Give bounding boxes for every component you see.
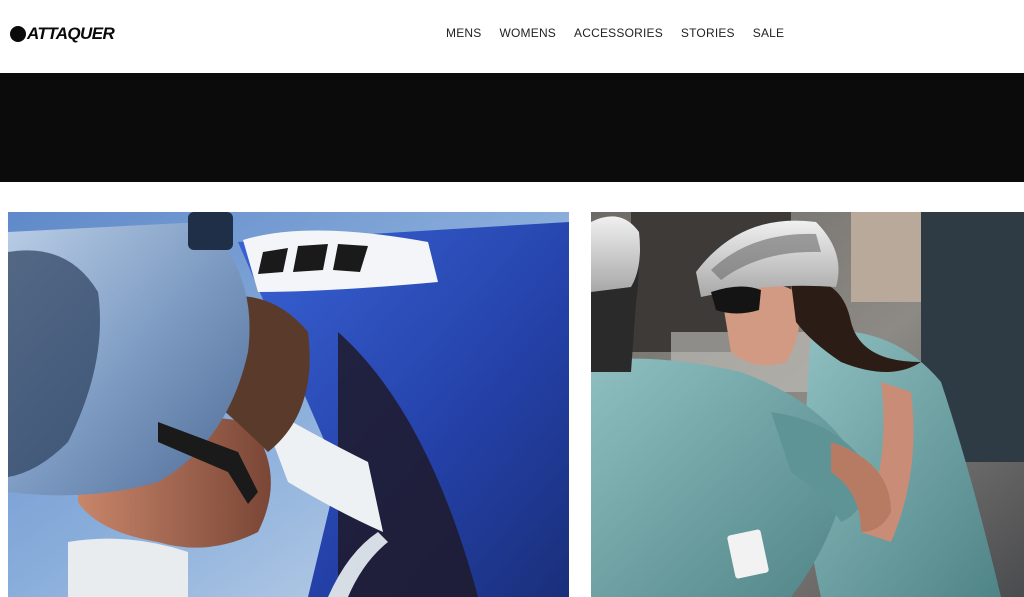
nav-item-sale[interactable]: SALE — [747, 25, 791, 41]
photo-cyclist-blue-jersey — [8, 212, 569, 597]
nav-item-accessories[interactable]: ACCESSORIES — [568, 25, 669, 41]
hero-banner — [0, 73, 1024, 182]
nav-item-stories[interactable]: STORIES — [675, 25, 741, 41]
nav-item-mens[interactable]: MENS — [440, 25, 487, 41]
logo-dot-icon — [10, 26, 26, 42]
nav-item-womens[interactable]: WOMENS — [493, 25, 562, 41]
main-nav: MENS WOMENS ACCESSORIES STORIES SALE — [440, 25, 790, 41]
brand-logo[interactable]: ATTAQUER — [10, 24, 115, 44]
photo-two-cyclists-teal — [591, 212, 1024, 597]
story-image-right[interactable] — [591, 212, 1024, 597]
site-header: ATTAQUER MENS WOMENS ACCESSORIES STORIES… — [0, 0, 1024, 73]
story-image-left[interactable] — [8, 212, 569, 597]
brand-name: ATTAQUER — [27, 24, 115, 43]
